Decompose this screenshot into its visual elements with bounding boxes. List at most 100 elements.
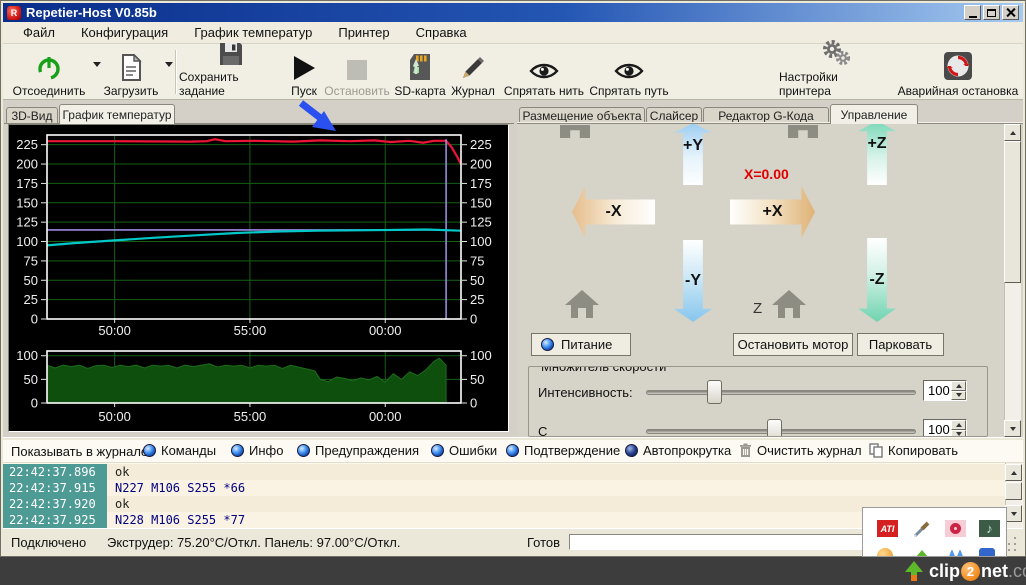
svg-text:100: 100 — [470, 234, 492, 249]
tray-blue-icon[interactable] — [979, 548, 995, 557]
svg-text:75: 75 — [470, 253, 484, 268]
toggle-info[interactable]: Инфо — [231, 443, 283, 458]
floppy-icon — [218, 41, 244, 67]
log-row: 22:42:37.915N227 M106 S255 *66 — [3, 480, 1005, 496]
log-row: 22:42:37.925N228 M106 S255 *77 — [3, 512, 1005, 528]
spinner-up-icon[interactable] — [951, 420, 966, 430]
led-icon — [506, 444, 519, 457]
svg-text:55:00: 55:00 — [234, 323, 267, 338]
menu-configuration[interactable]: Конфигурация — [69, 23, 180, 42]
minimize-button[interactable] — [964, 5, 981, 20]
speed-slider-thumb[interactable] — [767, 419, 782, 437]
led-icon — [231, 444, 244, 457]
home-all-icon[interactable] — [563, 288, 601, 320]
save-job-button[interactable]: Сохранить задание — [179, 48, 283, 98]
menu-printer[interactable]: Принтер — [326, 23, 401, 42]
log-scroll-down-button[interactable] — [1005, 505, 1022, 522]
clear-log-button[interactable]: Очистить журнал — [739, 443, 862, 458]
log-scrollbar-thumb[interactable] — [1005, 482, 1022, 500]
title-bar[interactable]: R Repetier-Host V0.85b — [3, 3, 1023, 22]
app-icon: R — [7, 6, 21, 20]
scroll-up-button[interactable] — [1004, 124, 1021, 141]
toggle-commands[interactable]: Команды — [143, 443, 216, 458]
flow-slider-thumb[interactable] — [707, 380, 722, 404]
home-z-icon[interactable] — [770, 288, 808, 320]
spinner-down-icon[interactable] — [951, 430, 966, 438]
menu-help[interactable]: Справка — [404, 23, 479, 42]
tray-orange-icon[interactable] — [877, 548, 893, 557]
speed-multiplier-title: Множитель скорости — [537, 366, 670, 374]
stop-motor-button[interactable]: Остановить мотор — [733, 333, 853, 356]
speed-label: С — [538, 424, 547, 437]
eye-icon — [529, 51, 559, 81]
spinner-up-icon[interactable] — [951, 381, 966, 391]
tray-music-icon[interactable]: ♪ — [979, 520, 1000, 537]
toggle-ack[interactable]: Подтверждение — [506, 443, 620, 458]
hide-path-button[interactable]: Спрятать путь — [589, 48, 669, 98]
svg-text:50: 50 — [24, 372, 38, 387]
scroll-up-icon — [1010, 131, 1016, 135]
svg-text:125: 125 — [470, 215, 492, 230]
scroll-down-icon — [1010, 427, 1016, 431]
pencil-icon — [460, 51, 486, 81]
temperature-chart-panel: 0025255050757510010012512515015017517520… — [8, 124, 509, 432]
load-button[interactable]: Загрузить — [103, 48, 159, 98]
tray-red-ring-icon[interactable] — [945, 520, 966, 537]
flow-slider-track[interactable] — [646, 390, 916, 395]
svg-text:125: 125 — [16, 215, 38, 230]
tray-ati-icon[interactable]: ATI — [877, 520, 898, 537]
close-icon — [1006, 8, 1015, 17]
spinner-down-icon[interactable] — [951, 391, 966, 401]
tray-blue-peaks-icon[interactable] — [945, 548, 966, 557]
close-button[interactable] — [1002, 5, 1019, 20]
power-button[interactable]: Питание — [531, 333, 631, 356]
right-tab-line — [517, 123, 1023, 124]
tray-brush-icon[interactable] — [911, 520, 932, 537]
svg-text:0: 0 — [31, 312, 38, 327]
sd-card-button[interactable]: SD-карта — [393, 48, 447, 98]
disconnect-button[interactable]: Отсоединить — [7, 48, 91, 98]
clip2net-arrow-icon — [903, 560, 925, 582]
start-button[interactable]: Пуск — [286, 48, 322, 98]
stop-button: Остановить — [323, 48, 391, 98]
emergency-stop-button[interactable]: Аварийная остановка — [896, 48, 1020, 98]
log-toolbar: Показывать в журнале: Команды Инфо Преду… — [3, 440, 1023, 463]
toggle-errors[interactable]: Ошибки — [431, 443, 497, 458]
log-scroll-up-button[interactable] — [1005, 464, 1022, 481]
scroll-down-button[interactable] — [1004, 420, 1021, 437]
log-row: 22:42:37.896ok — [3, 464, 1005, 480]
menu-file[interactable]: Файл — [11, 23, 67, 42]
flow-spinner[interactable]: 100 — [923, 380, 967, 401]
park-button[interactable]: Парковать — [857, 333, 944, 356]
copy-button[interactable]: Копировать — [869, 443, 958, 458]
toggle-autoscroll[interactable]: Автопрокрутка — [625, 443, 731, 458]
speed-spinner[interactable]: 100 — [923, 419, 967, 437]
svg-text:25: 25 — [470, 292, 484, 307]
speed-multiplier-group: Множитель скорости Интенсивность: 100 С … — [528, 366, 988, 437]
temperature-status: Экструдер: 75.20°С/Откл. Панель: 97.00°С… — [107, 535, 400, 550]
heater-output-chart: 00505010010050:0055:0000:00 — [9, 345, 508, 431]
menu-temperature-graph[interactable]: График температур — [182, 23, 324, 42]
emergency-stop-icon — [943, 51, 973, 81]
tab-control[interactable]: Управление — [830, 104, 918, 124]
toggle-warnings[interactable]: Предупраждения — [297, 443, 419, 458]
svg-text:225: 225 — [470, 137, 492, 152]
scroll-down-icon — [1011, 512, 1017, 516]
scrollbar-thumb[interactable] — [1004, 141, 1021, 283]
log-button[interactable]: Журнал — [449, 48, 497, 98]
hide-filament-button[interactable]: Спрятать нить — [503, 48, 585, 98]
load-dropdown-icon[interactable] — [165, 62, 173, 67]
tab-temperature-graph[interactable]: График температур — [59, 104, 175, 124]
maximize-button[interactable] — [983, 5, 1000, 20]
minimize-icon — [969, 16, 977, 18]
printer-settings-button[interactable]: Настройки принтера — [779, 48, 893, 98]
flow-label: Интенсивность: — [538, 385, 633, 400]
svg-text:200: 200 — [16, 157, 38, 172]
log-filter-label: Показывать в журнале: — [11, 444, 152, 459]
power-led-icon — [541, 338, 554, 351]
tab-3d-view[interactable]: 3D-Вид — [6, 107, 58, 124]
svg-text:200: 200 — [470, 157, 492, 172]
svg-text:50: 50 — [470, 372, 484, 387]
tray-green-arrow-icon[interactable] — [911, 548, 932, 557]
disconnect-dropdown-icon[interactable] — [93, 62, 101, 67]
